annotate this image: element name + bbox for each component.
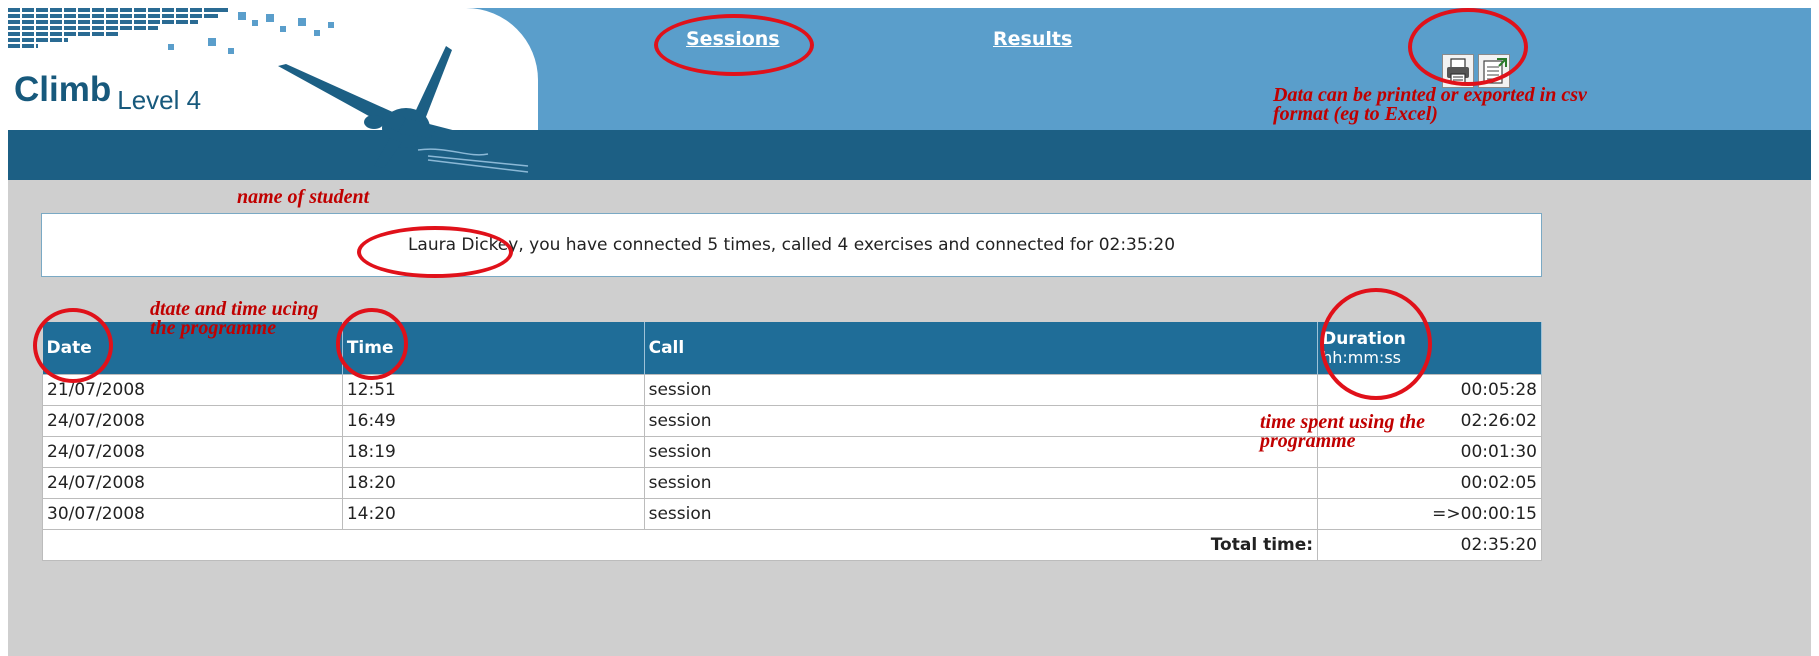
brand-name: Climb <box>14 70 112 109</box>
call-cell: session <box>643 405 1319 437</box>
date-time-annotation: dtate and time ucing the programme <box>150 298 319 339</box>
session-summary: Laura Dickey, you have connected 5 times… <box>41 213 1542 277</box>
header: Climb Level 4 Sessions Results Data can … <box>8 8 1811 180</box>
time-cell: 16:49 <box>341 405 645 437</box>
call-column-header[interactable]: Call <box>644 322 1319 375</box>
page-frame: Climb Level 4 Sessions Results Data can … <box>0 0 1819 656</box>
duration-cell: =>00:00:15 <box>1317 498 1542 530</box>
time-cell: 12:51 <box>341 374 645 406</box>
app-brand: Climb Level 4 <box>14 70 201 115</box>
total-time-value: 02:35:20 <box>1317 529 1542 561</box>
table-row: 30/07/2008 14:20 session =>00:00:15 <box>42 498 1542 530</box>
date-cell: 30/07/2008 <box>42 498 343 530</box>
highlight-circle-sessions <box>654 14 814 76</box>
student-name-annotation: name of student <box>237 186 370 208</box>
table-row: 21/07/2008 12:51 session 00:05:28 <box>42 374 1542 406</box>
time-cell: 14:20 <box>341 498 645 530</box>
duration-cell: 00:02:05 <box>1317 467 1542 499</box>
date-cell: 24/07/2008 <box>42 467 343 499</box>
table-row: 24/07/2008 18:20 session 00:02:05 <box>42 467 1542 499</box>
level-label: Level 4 <box>117 85 202 115</box>
highlight-circle-student-name <box>357 226 513 278</box>
time-cell: 18:20 <box>341 467 645 499</box>
highlight-circle-duration <box>1320 288 1432 400</box>
highlight-circle-date <box>33 308 113 383</box>
time-cell: 18:19 <box>341 436 645 468</box>
app-window: Climb Level 4 Sessions Results Data can … <box>8 8 1811 656</box>
summary-text: Laura Dickey, you have connected 5 times… <box>407 235 1176 255</box>
duration-annotation: time spent using the programme <box>1260 411 1426 452</box>
date-cell: 24/07/2008 <box>42 436 343 468</box>
call-cell: session <box>643 374 1319 406</box>
export-annotation: Data can be printed or exported in csv f… <box>1273 84 1587 125</box>
airplane-icon <box>278 46 529 173</box>
total-row: Total time: 02:35:20 <box>41 529 1542 561</box>
call-cell: session <box>643 436 1319 468</box>
date-cell: 24/07/2008 <box>42 405 343 437</box>
nav-results-link[interactable]: Results <box>993 28 1072 50</box>
call-cell: session <box>643 467 1319 499</box>
highlight-circle-time <box>336 308 408 380</box>
total-time-label: Total time: <box>41 529 1319 561</box>
call-cell: session <box>643 498 1319 530</box>
highlight-circle-tools <box>1408 8 1528 86</box>
